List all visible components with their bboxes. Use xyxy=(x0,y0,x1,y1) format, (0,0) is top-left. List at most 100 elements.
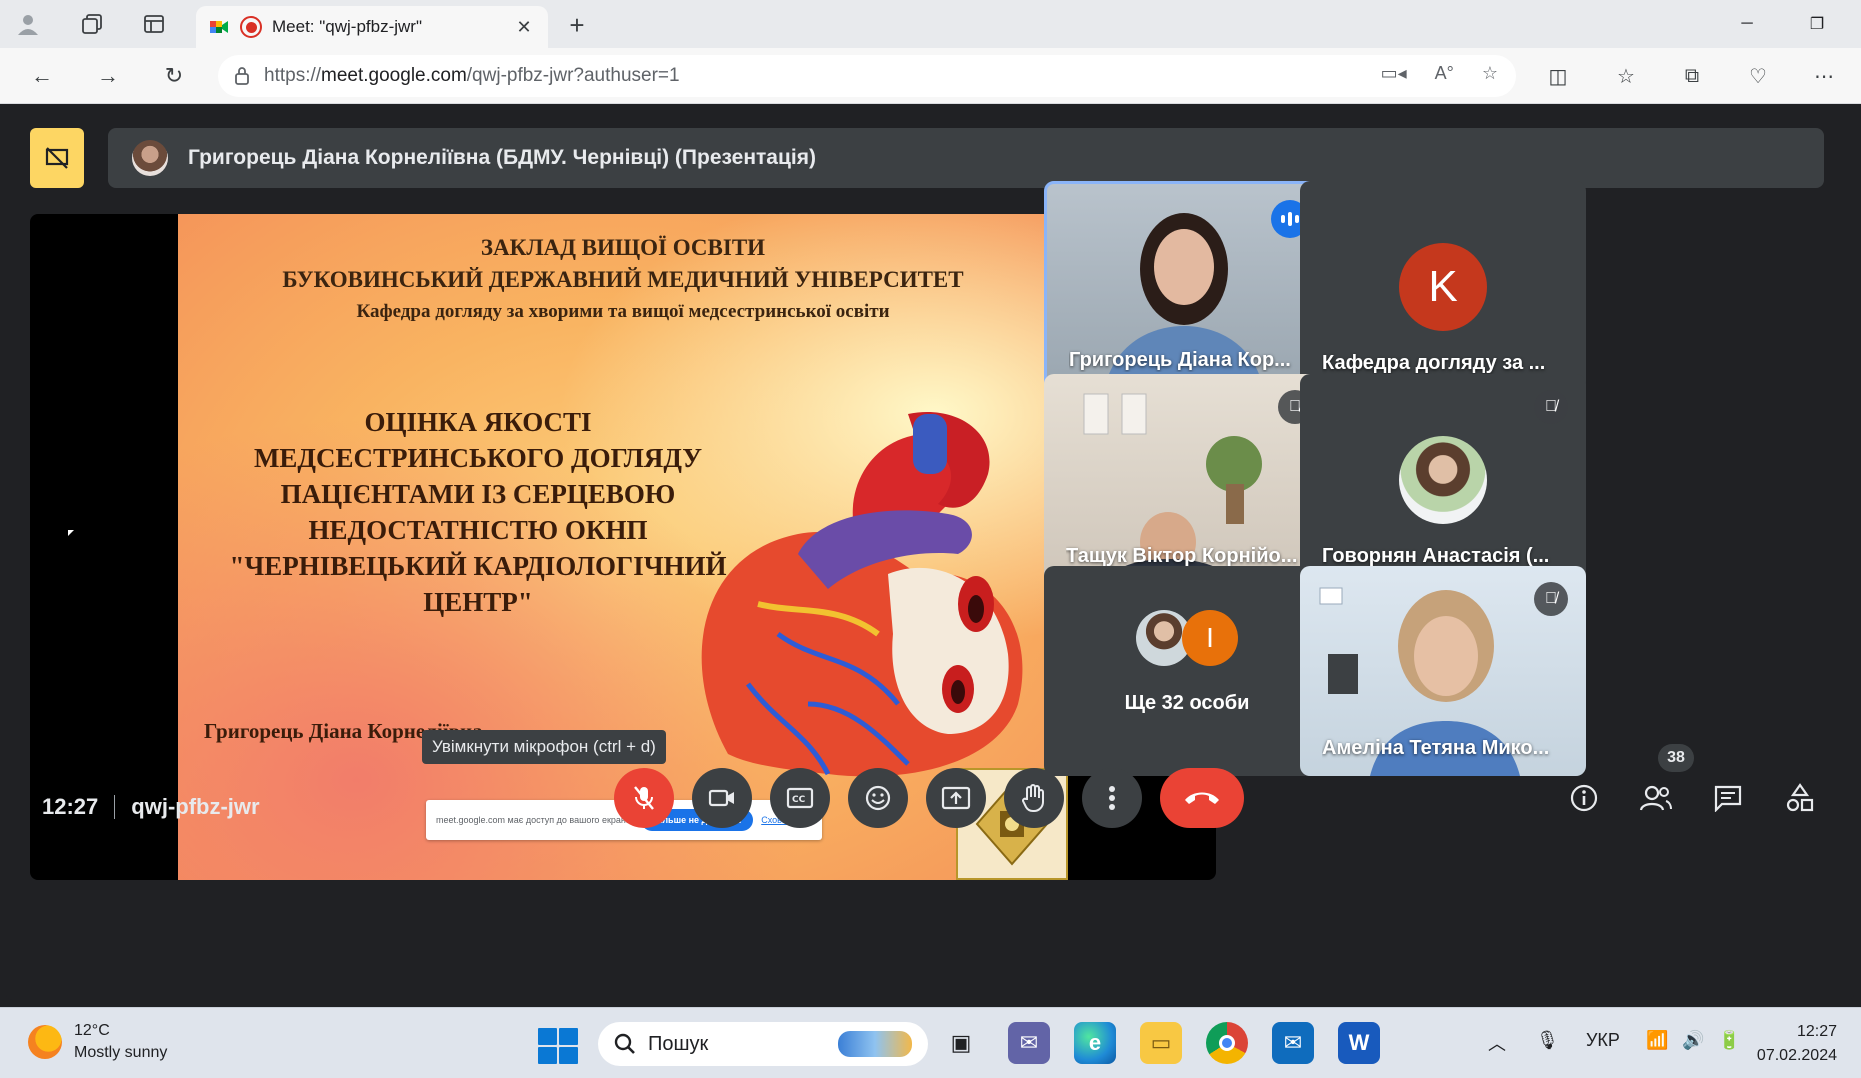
split-screen-icon[interactable]: ◫ xyxy=(1540,58,1576,94)
hand-icon xyxy=(1022,784,1044,813)
participant-avatar: K xyxy=(1399,243,1487,331)
participant-tile[interactable]: 🎙̸ Тащук Віктор Корнійо... xyxy=(1044,374,1330,584)
participant-avatar xyxy=(1399,436,1487,524)
favorite-star-icon[interactable]: ☆ xyxy=(1482,63,1498,84)
word-icon[interactable]: W xyxy=(1338,1022,1380,1064)
mail-icon[interactable]: ✉ xyxy=(1272,1022,1314,1064)
muted-mic-icon: 🎙̸ xyxy=(1534,582,1568,616)
chat-icon xyxy=(1714,785,1742,812)
tab-actions-icon[interactable] xyxy=(138,8,170,40)
collections-icon[interactable]: ⧉ xyxy=(1674,58,1710,94)
tab-meet[interactable]: Meet: "qwj-pfbz-jwr" ✕ xyxy=(196,6,548,48)
meeting-code: qwj-pfbz-jwr xyxy=(131,794,260,819)
microphone-off-button[interactable] xyxy=(614,768,674,828)
file-explorer-icon[interactable]: ▭ xyxy=(1140,1022,1182,1064)
reload-icon[interactable]: ↻ xyxy=(156,58,192,94)
leave-call-button[interactable] xyxy=(1160,768,1244,828)
microphone-tray-icon[interactable]: 🎙 xyxy=(1536,1030,1559,1051)
presentation-icon[interactable] xyxy=(30,128,84,188)
participant-name: Амеліна Тетяна Мико... xyxy=(1322,737,1550,759)
battery-icon[interactable]: 🔋 xyxy=(1718,1030,1740,1051)
recording-icon xyxy=(240,16,262,38)
favorites-icon[interactable]: ☆ xyxy=(1608,58,1644,94)
info-icon xyxy=(1570,784,1598,812)
slide-header: ЗАКЛАД ВИЩОЇ ОСВІТИ БУКОВИНСЬКИЙ ДЕРЖАВН… xyxy=(282,235,964,322)
participant-name: Григорець Діана Кор... xyxy=(1069,349,1291,371)
meeting-info: 12:27 qwj-pfbz-jwr xyxy=(42,794,260,820)
more-participants-label: Ще 32 особи xyxy=(1124,692,1250,714)
wifi-icon[interactable]: 📶 xyxy=(1646,1030,1668,1051)
presenter-banner-text: Григорець Діана Корнеліївна (БДМУ. Черні… xyxy=(188,146,816,169)
chat-button[interactable] xyxy=(1704,774,1752,822)
performance-icon[interactable]: ♡ xyxy=(1740,58,1776,94)
participant-tile[interactable]: 🎙̸ Амеліна Тетяна Мико... xyxy=(1300,566,1586,776)
search-icon xyxy=(614,1033,635,1054)
teams-chat-icon[interactable]: ✉ xyxy=(1008,1022,1050,1064)
participant-tile[interactable]: Григорець Діана Кор... xyxy=(1044,181,1330,391)
mouse-cursor xyxy=(68,530,74,536)
url-text: https://meet.google.com/qwj-pfbz-jwr?aut… xyxy=(264,65,680,86)
taskbar-search[interactable]: Пошук xyxy=(598,1022,928,1066)
restore-icon[interactable]: ❐ xyxy=(1797,8,1837,40)
weather-widget[interactable]: 12°C Mostly sunny xyxy=(28,1020,167,1064)
weather-condition: Mostly sunny xyxy=(74,1044,168,1061)
windows-taskbar: 12°C Mostly sunny Пошук ▣ ✉ e ▭ ✉ W ︿ 🎙 … xyxy=(0,1007,1861,1078)
participant-tile[interactable]: 🎙̸ Говорнян Анастасія (... xyxy=(1300,374,1586,584)
present-button[interactable] xyxy=(926,768,986,828)
hang-up-icon xyxy=(1185,792,1219,804)
close-tab-icon[interactable]: ✕ xyxy=(512,15,536,39)
windows-start-icon[interactable] xyxy=(538,1028,578,1064)
input-language[interactable]: УКР xyxy=(1586,1030,1620,1051)
temperature: 12°C xyxy=(74,1022,110,1039)
activities-button[interactable] xyxy=(1776,774,1824,822)
more-options-button[interactable] xyxy=(1082,768,1142,828)
participant-name: Тащук Віктор Корнійо... xyxy=(1066,545,1298,567)
clock-time: 12:27 xyxy=(1796,1023,1837,1040)
people-button[interactable] xyxy=(1632,774,1680,822)
forward-icon[interactable]: → xyxy=(90,58,126,94)
participant-name: Говорнян Анастасія (... xyxy=(1322,545,1550,567)
camera-icon xyxy=(708,789,734,807)
participant-avatar: I xyxy=(1182,610,1238,666)
address-bar[interactable]: https://meet.google.com/qwj-pfbz-jwr?aut… xyxy=(218,55,1516,97)
heart-illustration xyxy=(701,412,1023,777)
google-meet-favicon-icon xyxy=(210,21,228,33)
profile-icon[interactable] xyxy=(12,8,44,40)
clock-date: 07.02.2024 xyxy=(1756,1047,1837,1064)
workspaces-icon[interactable] xyxy=(76,8,108,40)
more-menu-icon[interactable]: ⋯ xyxy=(1806,58,1842,94)
reactions-button[interactable] xyxy=(848,768,908,828)
emoji-icon xyxy=(865,785,891,811)
system-clock[interactable]: 12:27 07.02.2024 xyxy=(1757,1020,1837,1068)
presenter-avatar xyxy=(132,140,168,176)
camera-in-use-icon[interactable]: ▭◂ xyxy=(1381,63,1407,84)
mic-off-icon xyxy=(634,786,654,810)
mic-tooltip: Увімкнути мікрофон (ctrl + d) xyxy=(422,730,666,764)
task-view-icon[interactable]: ▣ xyxy=(940,1022,982,1064)
new-tab-button[interactable]: + xyxy=(562,10,592,40)
meeting-details-button[interactable] xyxy=(1560,774,1608,822)
participants-count-badge: 38 xyxy=(1658,744,1694,772)
back-icon[interactable]: ← xyxy=(24,58,60,94)
participant-name: Кафедра догляду за ... xyxy=(1322,352,1546,374)
chrome-icon[interactable] xyxy=(1206,1022,1248,1064)
weather-sun-icon xyxy=(28,1025,62,1059)
captions-button[interactable]: CC xyxy=(770,768,830,828)
camera-button[interactable] xyxy=(692,768,752,828)
show-hidden-icons[interactable]: ︿ xyxy=(1488,1030,1506,1056)
more-participants-tile[interactable]: I Ще 32 особи xyxy=(1044,566,1330,776)
activities-icon xyxy=(1786,783,1814,812)
browser-toolbar: ← → ↻ https://meet.google.com/qwj-pfbz-j… xyxy=(0,48,1861,104)
edge-browser-icon[interactable]: e xyxy=(1074,1022,1116,1064)
svg-text:CC: CC xyxy=(792,795,806,805)
muted-mic-icon: 🎙̸ xyxy=(1534,390,1568,424)
volume-icon[interactable]: 🔊 xyxy=(1682,1030,1704,1051)
captions-icon: CC xyxy=(786,787,814,809)
raise-hand-button[interactable] xyxy=(1004,768,1064,828)
read-aloud-icon[interactable]: A° xyxy=(1435,63,1454,84)
present-screen-icon xyxy=(941,786,971,810)
people-icon xyxy=(1639,785,1672,811)
minimize-icon[interactable]: ─ xyxy=(1727,8,1767,40)
participant-tile[interactable]: K Кафедра догляду за ... xyxy=(1300,181,1586,391)
lock-icon xyxy=(235,67,249,85)
